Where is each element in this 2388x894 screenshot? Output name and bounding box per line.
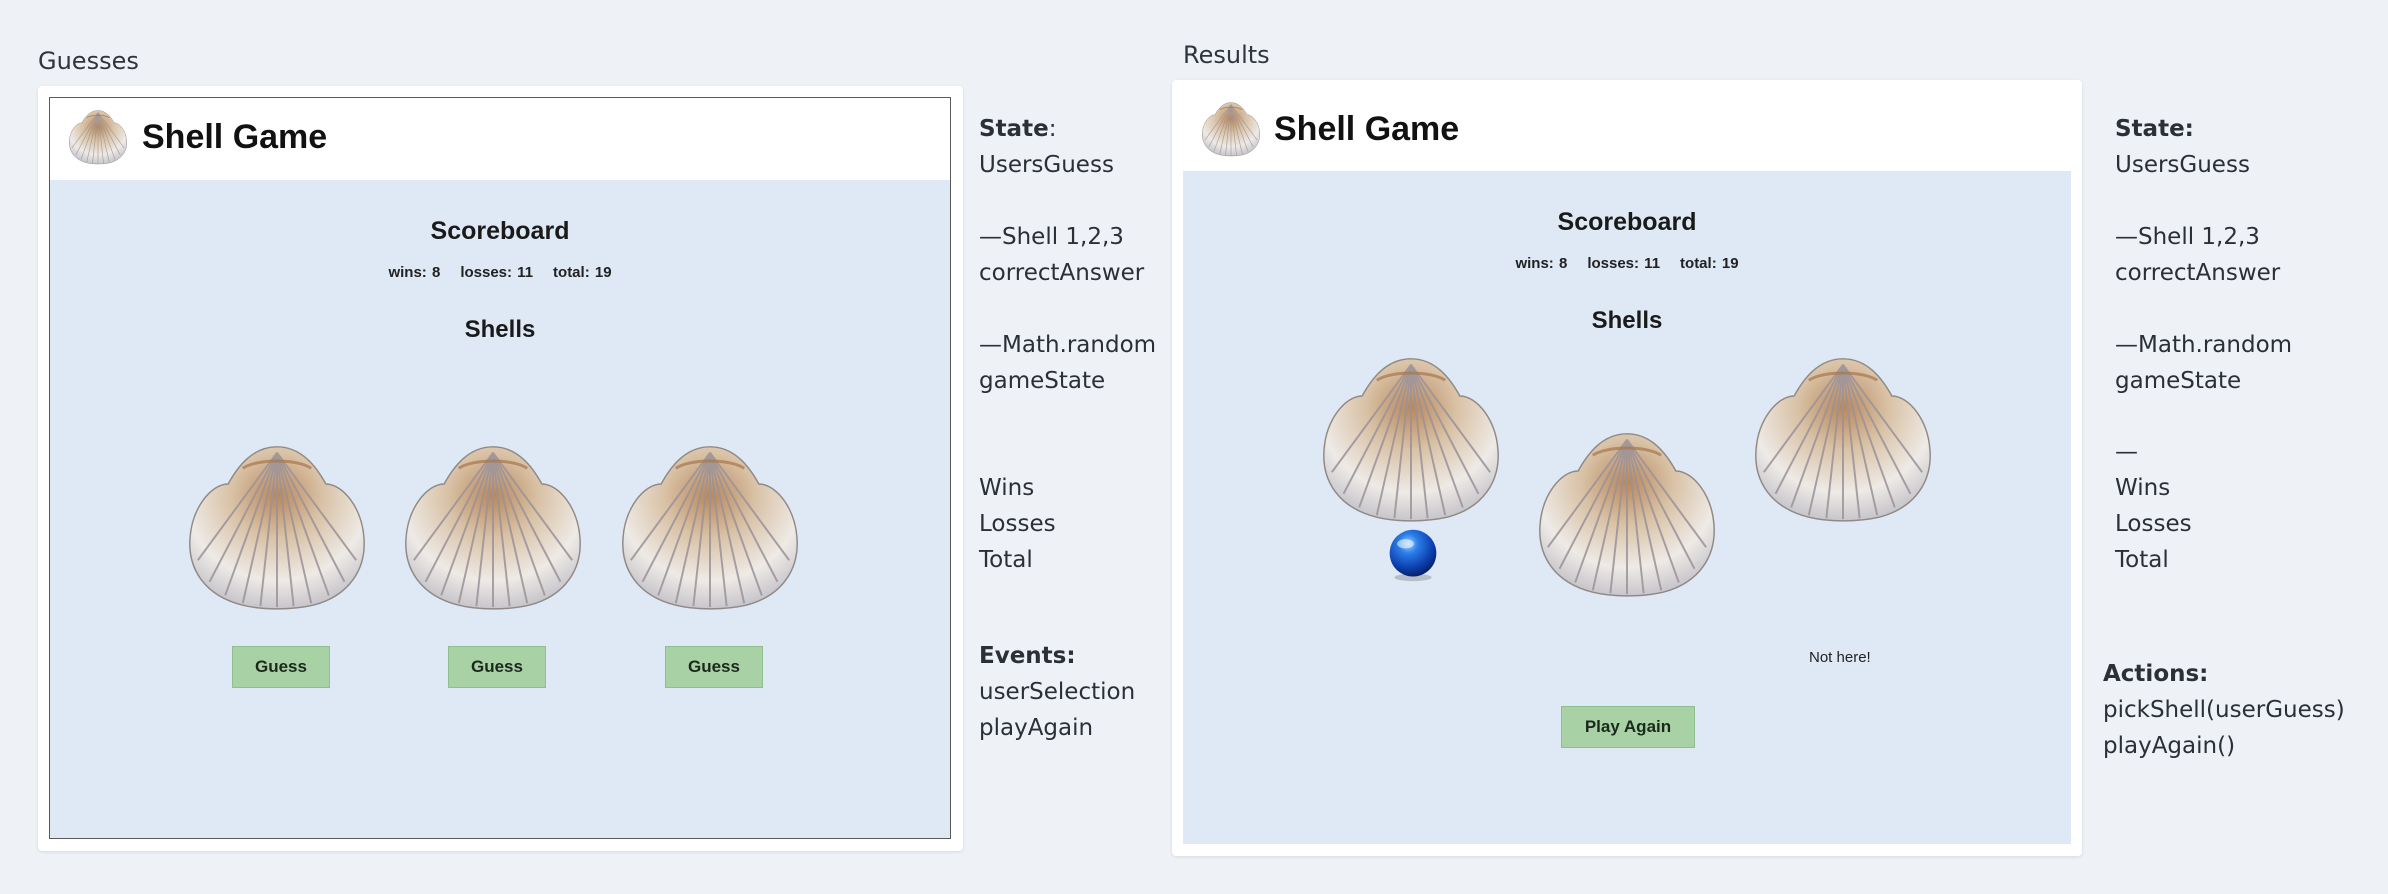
app-header: Shell Game	[1183, 91, 2071, 171]
scoreboard-title: Scoreboard	[1557, 208, 1697, 236]
left-events-label: Events:	[979, 643, 1076, 669]
right-state-value: UsersGuess	[2115, 152, 2250, 178]
shell-logo-icon	[1201, 102, 1261, 157]
left-losses: Losses	[979, 511, 1056, 537]
total-count: total: 19	[553, 264, 612, 281]
left-event-1: userSelection	[979, 679, 1136, 705]
play-again-button[interactable]: Play Again	[1561, 706, 1695, 748]
scoreboard-title: Scoreboard	[430, 217, 570, 245]
scoreboard-stats: wins: 8 losses: 11 total: 19	[1183, 255, 2071, 272]
right-state-label: State:	[2115, 116, 2194, 142]
left-math-line: —Math.random	[979, 332, 1157, 358]
left-event-2: playAgain	[979, 715, 1094, 741]
app-header: Shell Game	[50, 98, 950, 178]
app-body: Scoreboard wins: 8 losses: 11 total: 19 Sh…	[1183, 171, 2071, 844]
guess-button-3[interactable]: Guess	[665, 646, 763, 688]
shell-3	[1754, 357, 1932, 523]
guess-button-2[interactable]: Guess	[448, 646, 546, 688]
right-shell-line: —Shell 1,2,3	[2115, 224, 2260, 250]
left-wins: Wins	[979, 475, 1035, 501]
frame-title-guesses: Guesses	[38, 47, 139, 75]
left-shell-line: —Shell 1,2,3	[979, 224, 1124, 250]
total-count: total: 19	[1680, 255, 1739, 272]
results-app-screen: Shell Game Scoreboard wins: 8 losses: 11 t…	[1183, 91, 2071, 844]
wins-count: wins: 8	[388, 264, 441, 281]
shell-1	[1322, 357, 1500, 523]
shell-1	[188, 445, 366, 611]
shell-2	[1538, 432, 1716, 598]
right-actions-label: Actions:	[2103, 661, 2209, 687]
left-notes: State:	[979, 111, 1056, 147]
right-game-state: gameState	[2115, 368, 2242, 394]
right-losses: Losses	[2115, 511, 2192, 537]
shells-title: Shells	[1591, 307, 1663, 334]
right-wins: Wins	[2115, 475, 2171, 501]
losses-count: losses: 11	[1587, 255, 1661, 272]
blue-ball-icon	[1389, 529, 1437, 582]
shell-3	[621, 445, 799, 611]
wins-count: wins: 8	[1515, 255, 1568, 272]
right-total: Total	[2115, 547, 2169, 573]
right-dash: —	[2115, 439, 2138, 465]
app-title: Shell Game	[142, 118, 328, 156]
shell-2	[404, 445, 582, 611]
state-suffix: :	[1048, 116, 1057, 142]
right-action-2: playAgain()	[2103, 733, 2236, 759]
state-label: State	[979, 116, 1049, 142]
not-here-message: Not here!	[1809, 649, 1871, 666]
losses-count: losses: 11	[460, 264, 534, 281]
guesses-app-screen: Shell Game Scoreboard wins: 8 losses: 11 t…	[49, 97, 951, 839]
app-body: Scoreboard wins: 8 losses: 11 total: 19 Sh…	[50, 180, 950, 838]
shell-logo-icon	[68, 110, 128, 165]
app-title: Shell Game	[1274, 110, 1460, 148]
right-math-line: —Math.random	[2115, 332, 2293, 358]
frame-title-results: Results	[1183, 41, 1270, 69]
guess-button-1[interactable]: Guess	[232, 646, 330, 688]
left-total: Total	[979, 547, 1033, 573]
left-state-value: UsersGuess	[979, 152, 1114, 178]
right-correct-answer: correctAnswer	[2115, 260, 2281, 286]
shells-title: Shells	[464, 316, 536, 343]
left-correct-answer: correctAnswer	[979, 260, 1145, 286]
left-game-state: gameState	[979, 368, 1106, 394]
scoreboard-stats: wins: 8 losses: 11 total: 19	[50, 264, 950, 281]
right-action-1: pickShell(userGuess)	[2103, 697, 2345, 723]
